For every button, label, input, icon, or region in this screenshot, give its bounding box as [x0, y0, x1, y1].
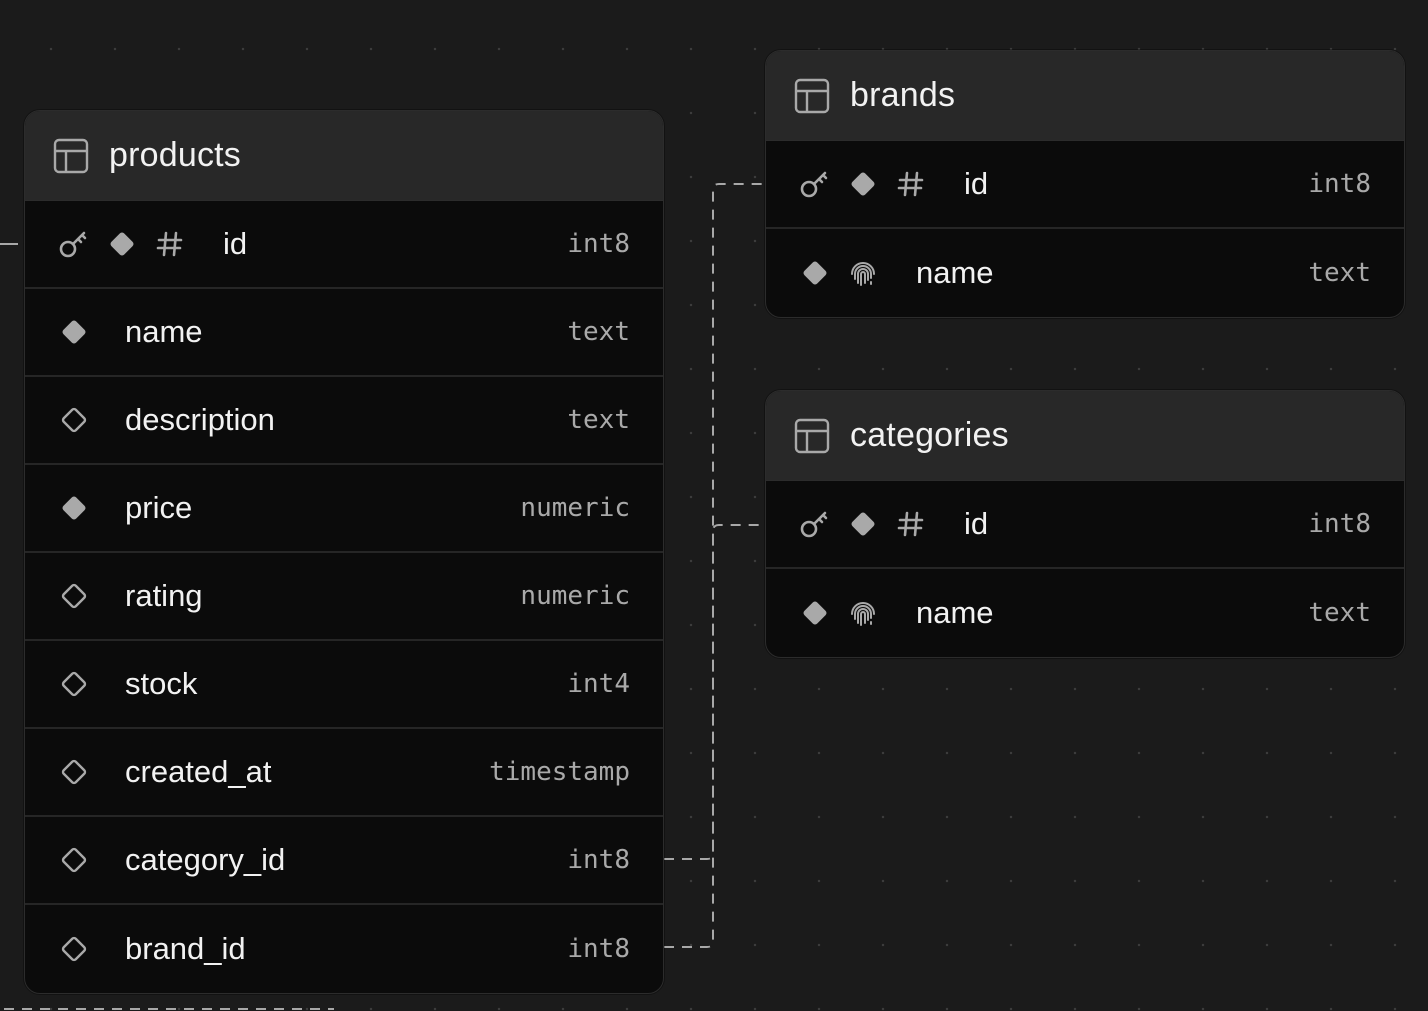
column-type: text [567, 317, 630, 347]
column-icons [57, 579, 105, 613]
filled-diamond-icon [105, 227, 139, 261]
column-icons [57, 932, 105, 966]
table-card-categories[interactable]: categories id int8 name text [765, 390, 1405, 658]
fingerprint-icon [846, 596, 880, 630]
key-icon [798, 167, 832, 201]
column-icons [798, 596, 894, 630]
edge-stub-left [0, 243, 18, 245]
column-row[interactable]: name text [766, 229, 1404, 317]
outline-diamond-icon [57, 579, 91, 613]
outline-diamond-icon [57, 843, 91, 877]
column-name: name [916, 595, 994, 630]
column-row[interactable]: created_at timestamp [25, 729, 663, 817]
column-row[interactable]: stock int4 [25, 641, 663, 729]
column-icons [57, 755, 105, 789]
column-row[interactable]: brand_id int8 [25, 905, 663, 993]
column-icons [798, 507, 942, 541]
column-row[interactable]: id int8 [766, 141, 1404, 229]
table-title: categories [850, 416, 1009, 454]
column-icons [57, 227, 201, 261]
table-header[interactable]: brands [766, 51, 1404, 141]
column-icons [57, 667, 105, 701]
column-list: id int8 name text [766, 481, 1404, 657]
column-icons [57, 403, 105, 437]
table-icon [794, 418, 830, 454]
column-type: text [1308, 258, 1371, 288]
column-icons [57, 315, 105, 349]
outline-diamond-icon [57, 403, 91, 437]
hash-icon [894, 167, 928, 201]
column-type: int8 [1308, 509, 1371, 539]
column-name: id [964, 166, 989, 201]
edge-stub-bottom [4, 1008, 334, 1010]
table-header[interactable]: categories [766, 391, 1404, 481]
column-row[interactable]: category_id int8 [25, 817, 663, 905]
column-type: int8 [1308, 169, 1371, 199]
outline-diamond-icon [57, 755, 91, 789]
column-type: text [567, 405, 630, 435]
column-type: text [1308, 598, 1371, 628]
column-icons [798, 167, 942, 201]
column-row[interactable]: rating numeric [25, 553, 663, 641]
table-title: products [109, 136, 242, 174]
column-name: created_at [125, 754, 272, 789]
column-row[interactable]: name text [25, 289, 663, 377]
column-type: int4 [567, 669, 630, 699]
column-icons [57, 491, 105, 525]
column-row[interactable]: name text [766, 569, 1404, 657]
hash-icon [153, 227, 187, 261]
column-icons [798, 256, 894, 290]
edge-category-id-to-categories [664, 524, 763, 860]
hash-icon [894, 507, 928, 541]
filled-diamond-icon [846, 507, 880, 541]
column-row[interactable]: id int8 [25, 201, 663, 289]
fingerprint-icon [846, 256, 880, 290]
column-name: name [916, 255, 994, 290]
outline-diamond-icon [57, 667, 91, 701]
column-name: id [964, 506, 989, 541]
filled-diamond-icon [57, 491, 91, 525]
filled-diamond-icon [798, 596, 832, 630]
column-row[interactable]: id int8 [766, 481, 1404, 569]
column-list: id int8 name text description text price numeri… [25, 201, 663, 993]
column-type: numeric [520, 581, 630, 611]
column-name: stock [125, 666, 198, 701]
column-type: int8 [567, 845, 630, 875]
column-type: int8 [567, 229, 630, 259]
table-card-products[interactable]: products id int8 name text description text pr… [24, 110, 664, 994]
table-icon [53, 138, 89, 174]
key-icon [798, 507, 832, 541]
column-type: int8 [567, 934, 630, 964]
column-row[interactable]: description text [25, 377, 663, 465]
filled-diamond-icon [846, 167, 880, 201]
column-name: name [125, 314, 203, 349]
key-icon [57, 227, 91, 261]
column-name: rating [125, 578, 203, 613]
column-name: price [125, 490, 193, 525]
table-card-brands[interactable]: brands id int8 name text [765, 50, 1405, 318]
table-title: brands [850, 76, 956, 114]
column-type: numeric [520, 493, 630, 523]
column-name: category_id [125, 842, 286, 877]
column-type: timestamp [489, 757, 630, 787]
filled-diamond-icon [57, 315, 91, 349]
column-row[interactable]: price numeric [25, 465, 663, 553]
filled-diamond-icon [798, 256, 832, 290]
edge-brand-id-to-brands [664, 183, 763, 948]
column-name: id [223, 226, 248, 261]
table-header[interactable]: products [25, 111, 663, 201]
column-icons [57, 843, 105, 877]
column-list: id int8 name text [766, 141, 1404, 317]
column-name: brand_id [125, 931, 246, 966]
table-icon [794, 78, 830, 114]
column-name: description [125, 402, 275, 437]
outline-diamond-icon [57, 932, 91, 966]
